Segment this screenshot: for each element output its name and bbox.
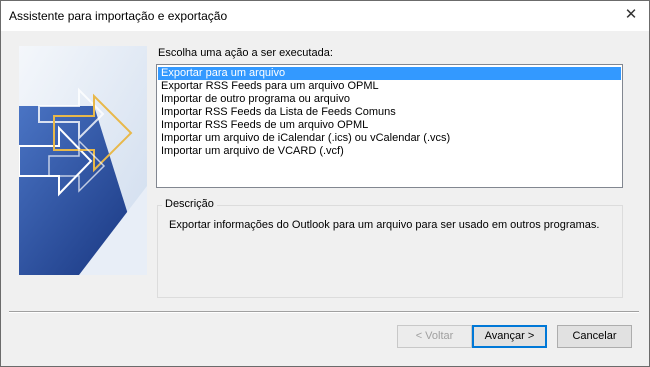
cancel-button[interactable]: Cancelar [557, 325, 632, 348]
list-item[interactable]: Exportar RSS Feeds para um arquivo OPML [158, 80, 621, 93]
list-item[interactable]: Importar um arquivo de VCARD (.vcf) [158, 145, 621, 158]
list-item[interactable]: Importar um arquivo de iCalendar (.ics) … [158, 132, 621, 145]
footer-divider [9, 311, 639, 313]
description-text: Exportar informações do Outlook para um … [169, 219, 600, 231]
description-title: Descrição [162, 198, 217, 210]
list-item[interactable]: Importar RSS Feeds de um arquivo OPML [158, 119, 621, 132]
list-item[interactable]: Exportar para um arquivo [158, 67, 621, 80]
close-icon[interactable]: ✕ [623, 7, 639, 23]
list-item[interactable]: Importar RSS Feeds da Lista de Feeds Com… [158, 106, 621, 119]
back-button[interactable]: < Voltar [397, 325, 472, 348]
list-item[interactable]: Importar de outro programa ou arquivo [158, 93, 621, 106]
title-bar: Assistente para importação e exportação … [1, 1, 649, 31]
wizard-banner [19, 46, 147, 275]
window-title: Assistente para importação e exportação [9, 9, 228, 23]
import-export-wizard-window: Assistente para importação e exportação … [0, 0, 650, 367]
wizard-banner-arrows [19, 46, 147, 275]
next-button[interactable]: Avançar > [472, 325, 547, 348]
action-prompt: Escolha uma ação a ser executada: [158, 47, 333, 59]
action-listbox[interactable]: Exportar para um arquivo Exportar RSS Fe… [156, 64, 623, 188]
